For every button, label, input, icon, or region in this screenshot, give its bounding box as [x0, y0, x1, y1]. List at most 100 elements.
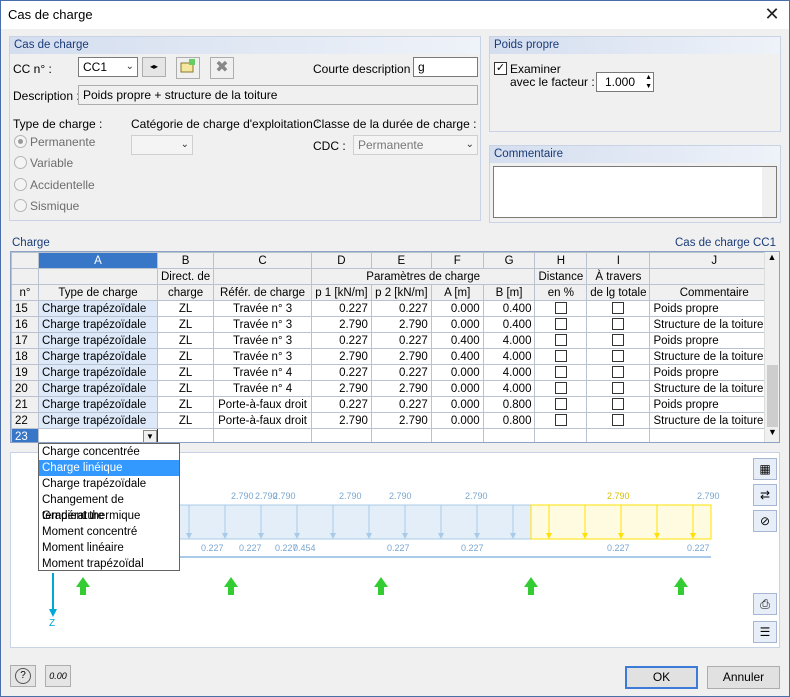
table-row[interactable]: 21 Charge trapézoïdale ZL Porte-à-faux droi… — [11, 396, 779, 413]
distance-checkbox[interactable] — [554, 350, 567, 363]
b-cell[interactable]: 0.400 — [482, 316, 536, 333]
table-row[interactable]: 17 Charge trapézoïdale ZL Travée n° 3 0.227 0… — [11, 332, 779, 349]
direction-cell[interactable]: ZL — [156, 380, 215, 397]
p2-cell[interactable]: 2.790 — [370, 412, 432, 429]
a-cell[interactable]: 0.000 — [430, 316, 484, 333]
row-number[interactable]: 19 — [11, 364, 40, 381]
chevron-down-icon[interactable]: ▼ — [142, 429, 157, 442]
comment-cell[interactable]: Poids propre — [649, 396, 779, 413]
table-row[interactable]: 20 Charge trapézoïdale ZL Travée n° 4 2.790 2… — [11, 380, 779, 397]
p1-cell[interactable]: 0.227 — [310, 332, 372, 349]
row-number[interactable]: 16 — [11, 316, 40, 333]
p1-cell[interactable]: 2.790 — [310, 316, 372, 333]
ok-button[interactable]: OK — [625, 666, 698, 689]
direction-cell[interactable]: ZL — [156, 396, 215, 413]
p2-cell[interactable]: 2.790 — [370, 316, 432, 333]
direction-cell[interactable]: ZL — [156, 412, 215, 429]
dropdown-option[interactable]: Gradient thermique — [39, 508, 179, 524]
scroll-up-icon[interactable]: ▲ — [765, 252, 779, 267]
comment-cell[interactable]: Structure de la toiture — [649, 412, 779, 429]
b-cell[interactable]: 0.400 — [482, 300, 536, 317]
row-number[interactable]: 18 — [11, 348, 40, 365]
travers-checkbox[interactable] — [612, 398, 625, 411]
delete-case-button[interactable]: ✖ — [210, 57, 234, 79]
a-cell[interactable]: 0.000 — [430, 396, 484, 413]
dropdown-option[interactable]: Charge linéique — [39, 460, 179, 476]
a-cell[interactable]: 0.000 — [430, 300, 484, 317]
empty-cell[interactable] — [156, 428, 215, 442]
empty-cell[interactable] — [586, 428, 651, 442]
load-type-cell[interactable]: Charge trapézoïdale — [38, 332, 158, 349]
dropdown-option[interactable]: Moment concentré — [39, 524, 179, 540]
a-cell[interactable]: 0.000 — [430, 380, 484, 397]
col-letter-d[interactable]: D — [310, 252, 372, 269]
help-button[interactable]: ? — [10, 665, 36, 687]
table-row[interactable]: 18 Charge trapézoïdale ZL Travée n° 3 2.790 2… — [11, 348, 779, 365]
col-letter-e[interactable]: E — [370, 252, 432, 269]
zero-button[interactable]: 0.00 — [45, 665, 71, 687]
table-row[interactable]: 15 Charge trapézoïdale ZL Travée n° 3 0.227 0… — [11, 300, 779, 317]
empty-cell[interactable] — [213, 428, 312, 442]
p1-cell[interactable]: 2.790 — [310, 412, 372, 429]
load-type-cell[interactable]: Charge trapézoïdale — [38, 316, 158, 333]
radio-permanente[interactable] — [14, 135, 27, 148]
reference-cell[interactable]: Travée n° 3 — [213, 316, 312, 333]
travers-checkbox[interactable] — [612, 302, 625, 315]
col-letter-a[interactable]: A — [38, 252, 158, 269]
load-type-cell[interactable]: Charge trapézoïdale — [38, 300, 158, 317]
a-cell[interactable]: 0.400 — [430, 348, 484, 365]
direction-cell[interactable]: ZL — [156, 332, 215, 349]
reference-cell[interactable]: Travée n° 4 — [213, 364, 312, 381]
comment-cell[interactable]: Poids propre — [649, 300, 779, 317]
col-letter-h[interactable]: H — [534, 252, 588, 269]
zoom-tool-button[interactable]: ⊘ — [753, 510, 777, 532]
row-number[interactable]: 15 — [11, 300, 40, 317]
type-combo-cell[interactable]: ▼ — [38, 428, 158, 442]
print-button[interactable]: ⎙ — [753, 593, 777, 615]
dropdown-option[interactable]: Charge concentrée — [39, 444, 179, 460]
b-cell[interactable]: 4.000 — [482, 348, 536, 365]
a-cell[interactable]: 0.400 — [430, 332, 484, 349]
reference-cell[interactable]: Travée n° 3 — [213, 348, 312, 365]
p2-cell[interactable]: 2.790 — [370, 380, 432, 397]
distance-checkbox[interactable] — [554, 366, 567, 379]
direction-cell[interactable]: ZL — [156, 300, 215, 317]
categorie-select[interactable]: ⌄ — [131, 135, 193, 155]
direction-cell[interactable]: ZL — [156, 316, 215, 333]
travers-checkbox[interactable] — [612, 382, 625, 395]
empty-cell[interactable] — [430, 428, 484, 442]
p2-cell[interactable]: 0.227 — [370, 300, 432, 317]
col-letter-i[interactable]: I — [586, 252, 651, 269]
b-cell[interactable]: 0.800 — [482, 412, 536, 429]
row-number[interactable]: 17 — [11, 332, 40, 349]
cdc-select[interactable]: Permanente ⌄ — [353, 135, 478, 155]
empty-cell[interactable] — [534, 428, 588, 442]
load-type-cell[interactable]: Charge trapézoïdale — [38, 396, 158, 413]
row-number[interactable]: 20 — [11, 380, 40, 397]
col-letter-j[interactable]: J — [649, 252, 779, 269]
close-icon[interactable]: ✕ — [759, 3, 785, 27]
dropdown-option[interactable]: Moment linéaire — [39, 540, 179, 556]
cancel-button[interactable]: Annuler — [707, 666, 780, 689]
dropdown-option[interactable]: Charge trapézoïdale — [39, 476, 179, 492]
commentaire-textarea[interactable] — [493, 166, 777, 218]
p2-cell[interactable]: 0.227 — [370, 332, 432, 349]
radio-sismique[interactable] — [14, 199, 27, 212]
load-type-cell[interactable]: Charge trapézoïdale — [38, 380, 158, 397]
comment-cell[interactable]: Poids propre — [649, 364, 779, 381]
load-type-cell[interactable]: Charge trapézoïdale — [38, 348, 158, 365]
col-letter-f[interactable]: F — [430, 252, 484, 269]
dropdown-option[interactable]: Moment trapézoïdal — [39, 556, 179, 572]
new-case-button[interactable] — [176, 57, 200, 79]
travers-checkbox[interactable] — [612, 366, 625, 379]
b-cell[interactable]: 4.000 — [482, 364, 536, 381]
comment-cell[interactable]: Structure de la toiture — [649, 348, 779, 365]
col-letter-c[interactable]: C — [213, 252, 312, 269]
load-type-cell[interactable]: Charge trapézoïdale — [38, 364, 158, 381]
distance-checkbox[interactable] — [554, 414, 567, 427]
reference-cell[interactable]: Porte-à-faux droit — [213, 396, 312, 413]
comment-cell[interactable]: Poids propre — [649, 332, 779, 349]
row-number[interactable]: 22 — [11, 412, 40, 429]
prev-next-stepper[interactable]: ◂▸ — [142, 57, 166, 77]
travers-checkbox[interactable] — [612, 334, 625, 347]
